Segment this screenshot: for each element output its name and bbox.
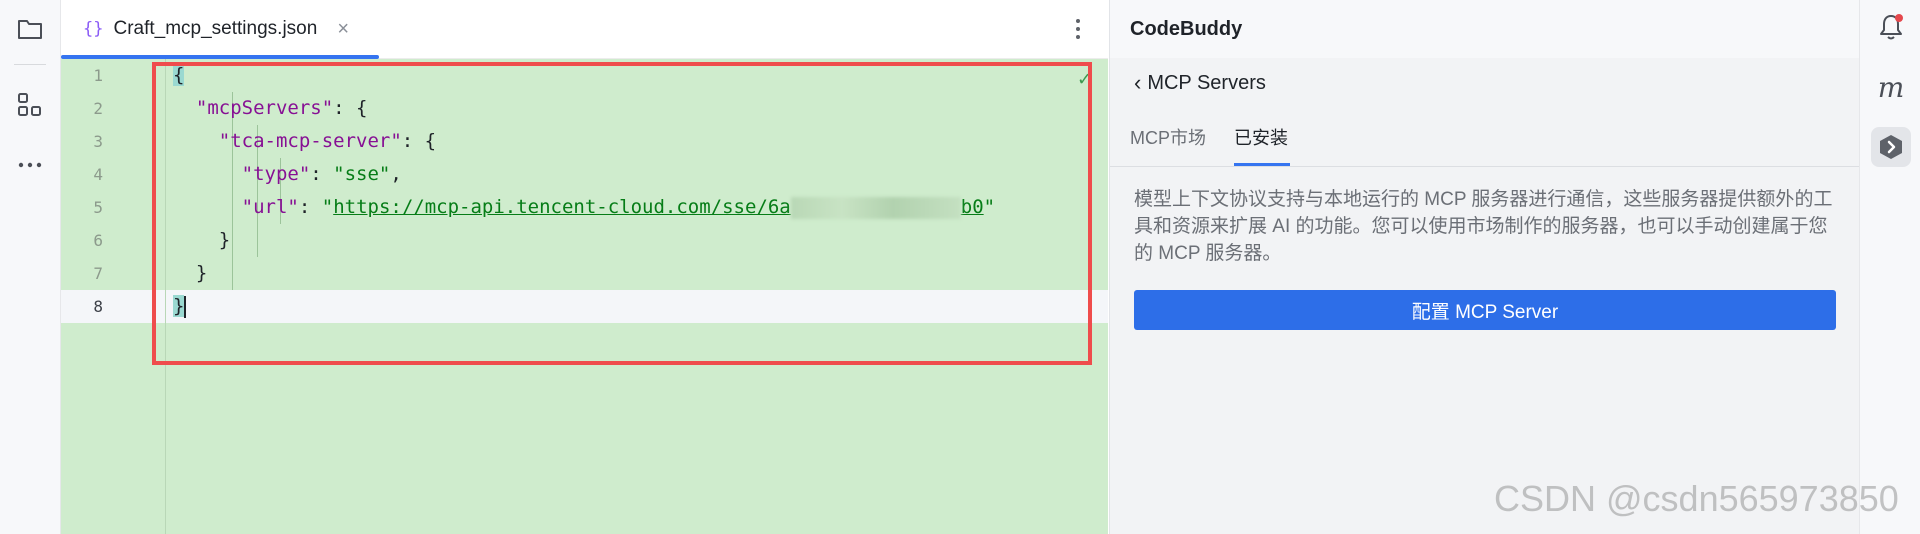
line-number: 1 — [93, 66, 103, 85]
editor-options-icon[interactable] — [1068, 14, 1088, 44]
line-number: 5 — [93, 198, 103, 217]
file-tab-title: Craft_mcp_settings.json — [113, 18, 318, 39]
line-number: 2 — [93, 99, 103, 118]
m-plugin-icon[interactable]: m — [1874, 70, 1908, 104]
panel-header: CodeBuddy — [1110, 0, 1860, 58]
highlight-box — [152, 62, 1092, 365]
back-button[interactable]: ‹ MCP Servers — [1134, 70, 1266, 96]
line-number: 7 — [93, 264, 103, 283]
active-tab-indicator — [1234, 163, 1290, 166]
configure-mcp-server-button[interactable]: 配置 MCP Server — [1134, 290, 1836, 330]
codebuddy-panel: CodeBuddy ‹ MCP Servers MCP市场 已安装 模型上下文协… — [1109, 0, 1860, 534]
tab-mcp-market[interactable]: MCP市场 — [1130, 122, 1210, 166]
editor-tab-bar: {} Craft_mcp_settings.json × — [61, 0, 1108, 59]
structure-icon[interactable] — [15, 90, 45, 120]
watermark: CSDN @csdn565973850 — [1494, 478, 1899, 519]
tab-label: 已安装 — [1234, 128, 1288, 148]
mcp-tabs: MCP市场 已安装 — [1110, 122, 1860, 167]
line-number: 6 — [93, 231, 103, 250]
json-file-icon: {} — [83, 19, 104, 39]
more-icon[interactable] — [15, 150, 45, 180]
left-activity-bar — [0, 0, 61, 534]
panel-body: ‹ MCP Servers MCP市场 已安装 模型上下文协议支持与本地运行的 … — [1110, 58, 1860, 534]
tab-label: MCP市场 — [1130, 128, 1206, 148]
line-gutter: 1 2 3 4 5 6 7 8 — [61, 59, 165, 534]
right-activity-bar: m — [1859, 0, 1920, 534]
folder-icon[interactable] — [15, 14, 45, 44]
chevron-left-icon: ‹ — [1134, 70, 1142, 95]
bell-icon[interactable] — [1874, 10, 1908, 44]
back-label: MCP Servers — [1147, 71, 1266, 94]
close-icon[interactable]: × — [337, 18, 349, 41]
tab-installed[interactable]: 已安装 — [1234, 122, 1290, 166]
line-number: 3 — [93, 132, 103, 151]
file-tab[interactable]: {} Craft_mcp_settings.json × — [61, 0, 379, 59]
activity-divider — [14, 64, 46, 65]
line-number: 4 — [93, 165, 103, 184]
panel-title: CodeBuddy — [1130, 17, 1243, 40]
mcp-description: 模型上下文协议支持与本地运行的 MCP 服务器进行通信，这些服务器提供额外的工具… — [1134, 189, 1833, 264]
codebuddy-icon[interactable] — [1871, 127, 1911, 167]
line-number: 8 — [93, 297, 103, 316]
